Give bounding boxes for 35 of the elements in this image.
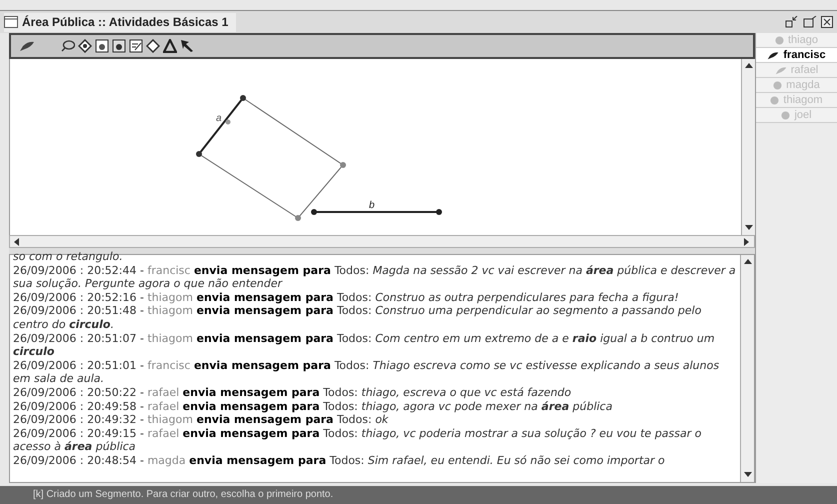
scroll-up-icon[interactable] <box>744 63 752 69</box>
scroll-left-icon[interactable] <box>14 238 20 246</box>
window-icon <box>4 16 18 28</box>
maximize-icon[interactable] <box>803 16 817 28</box>
scroll-down-icon[interactable] <box>744 472 752 478</box>
chat-message: 26/09/2006 : 20:52:16 - thiagom envia mensagem para Todos: Construo as outra perpendiculares para fecha a figura! <box>13 290 680 304</box>
scroll-down-icon[interactable] <box>744 225 752 231</box>
user-list-item[interactable]: francisc <box>756 48 837 63</box>
pointer-icon[interactable] <box>180 39 194 53</box>
chat-message: 26/09/2006 : 20:51:48 - thiagom envia mensagem para Todos: Construo uma perpendicular ao segmento a passando pelo centro do circulo. <box>13 304 702 332</box>
triangle-icon[interactable] <box>163 39 177 53</box>
scroll-right-icon[interactable] <box>744 238 750 246</box>
chat-message: so com o retangulo. <box>13 250 124 264</box>
chat-message: 26/09/2006 : 20:50:22 - rafael envia mensagem para Todos: thiago, escreva o que vc está fazendo <box>13 386 572 400</box>
scroll-up-icon[interactable] <box>744 259 752 265</box>
user-icon <box>775 36 784 44</box>
vertical-scrollbar[interactable] <box>740 255 754 482</box>
minimize-icon[interactable] <box>785 16 799 28</box>
horizontal-scrollbar[interactable] <box>9 235 755 248</box>
edit-icon[interactable] <box>129 39 143 53</box>
chat-message: 26/09/2006 : 20:51:07 - thiagom envia mensagem para Todos: Com centro em um extremo de a e raio igual a b contruo um circulo <box>13 332 716 359</box>
diamond-icon[interactable] <box>78 39 92 53</box>
chat-message: 26/09/2006 : 20:52:44 - francisc envia mensagem para Todos: Magda na sessão 2 vc vai escrever na área pública e descrever a sua solução. Pergunte agora o que não entender <box>13 264 737 291</box>
chat-message: 26/09/2006 : 20:49:58 - rafael envia mensagem para Todos: thiago, agora vc pode mexer na área pública <box>13 400 614 414</box>
diamond-icon[interactable] <box>146 39 160 53</box>
segment-label: a <box>216 113 222 124</box>
status-bar: [k] Criado um Segmento. Para criar outro, escolha o primeiro ponto. <box>0 486 837 504</box>
vertical-scrollbar[interactable] <box>741 59 755 235</box>
segment-label: b <box>369 200 375 211</box>
chat-message: 26/09/2006 : 20:51:01 - francisc envia mensagem para Todos: Thiago escreva como se vc estivesse explicando a seus alunos em sala de aula. <box>13 358 720 386</box>
chat-message: 26/09/2006 : 20:49:32 - thiagom envia mensagem para Todos: ok <box>13 413 390 427</box>
close-icon[interactable] <box>821 16 833 28</box>
chat-message: 26/09/2006 : 20:48:54 - magda envia mensagem para Todos: Sim rafael, eu entendi. Eu só não sei como importar o <box>13 454 666 468</box>
window-title: Área Pública :: Atividades Básicas 1 <box>22 14 228 31</box>
chat-message: 26/09/2006 : 20:49:15 - rafael envia mensagem para Todos: thiago, vc poderia mostrar a sua solução ? eu vou te passar o acesso à área pública <box>13 426 702 454</box>
